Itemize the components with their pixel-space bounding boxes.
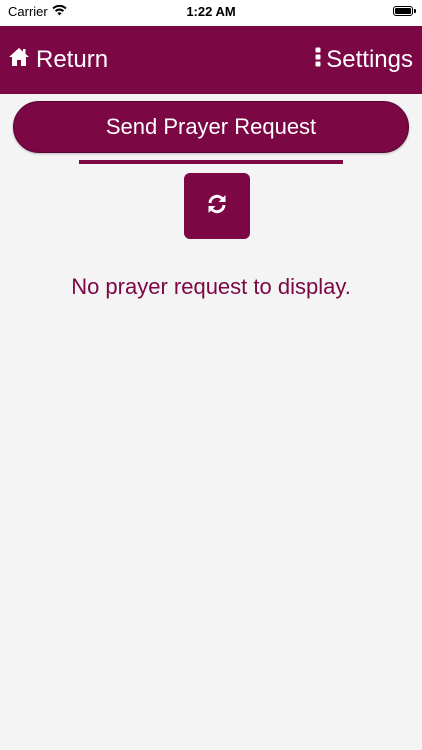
vertical-ellipsis-icon [315,46,321,74]
settings-button[interactable]: Settings [315,46,413,74]
send-prayer-request-button[interactable]: Send Prayer Request [13,101,409,153]
status-time: 1:22 AM [186,4,236,19]
settings-label: Settings [326,46,413,73]
divider [79,160,343,164]
refresh-button[interactable] [184,173,250,239]
home-icon [8,46,30,74]
battery-level [395,8,411,14]
empty-state-message: No prayer request to display. [71,274,351,299]
return-button[interactable]: Return [8,46,108,74]
return-label: Return [36,46,109,73]
status-bar: Carrier 1:22 AM [0,0,422,26]
refresh-icon [206,193,228,220]
battery-icon [393,6,416,16]
nav-bar: Return Settings [0,26,422,94]
